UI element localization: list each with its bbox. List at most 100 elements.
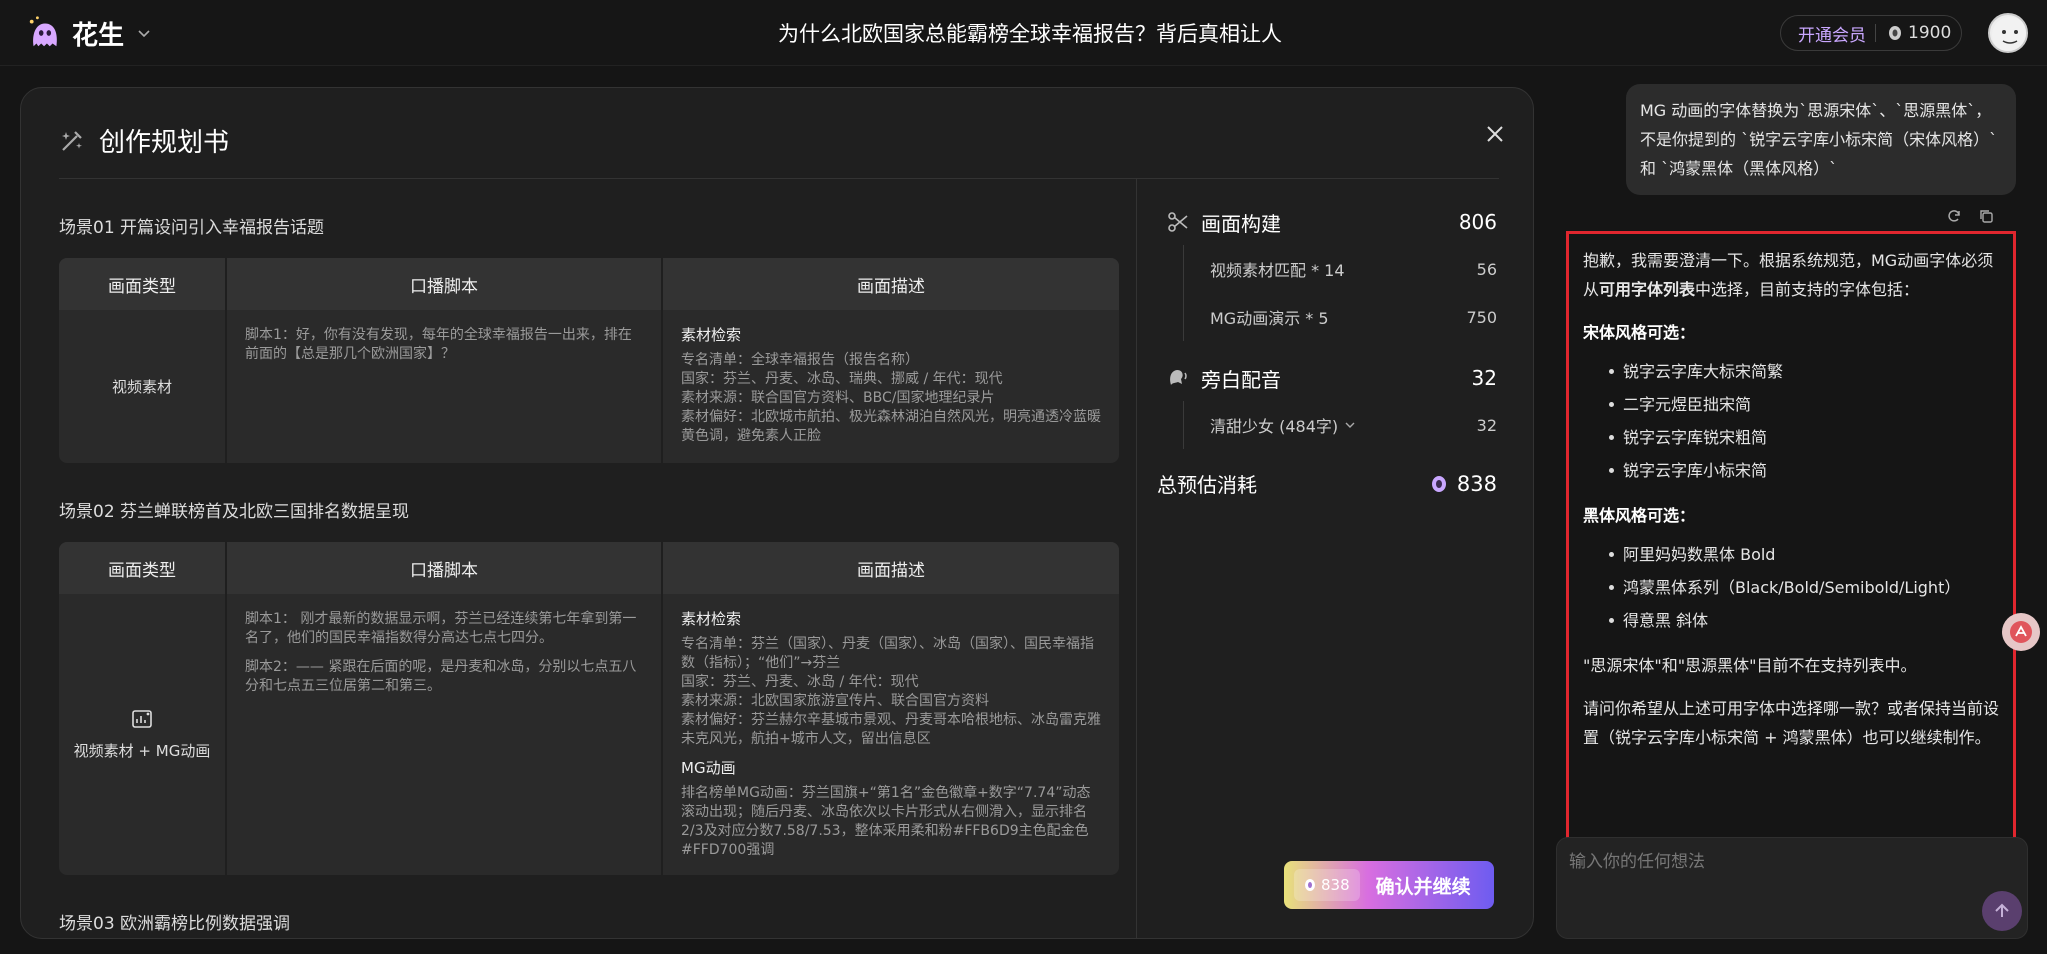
mg-heading: MG动画 bbox=[681, 759, 736, 777]
voice-label: 旁白配音 bbox=[1201, 367, 1281, 392]
message-actions bbox=[1946, 208, 1994, 224]
scene-table: 画面类型 口播脚本 画面描述 视频素材 + MG动画 脚本1： 刚才最新的数据显… bbox=[59, 542, 1119, 875]
total-row: 总预估消耗 838 bbox=[1157, 469, 1497, 498]
header-script: 口播脚本 bbox=[227, 258, 663, 310]
desc-line: 国家：芬兰、丹麦、冰岛、瑞典、挪威 / 年代：现代 bbox=[681, 371, 1003, 387]
reply-intro-b: 中选择，目前支持的字体包括： bbox=[1695, 280, 1920, 299]
type-cell: 视频素材 bbox=[59, 310, 227, 463]
scene-list[interactable]: 场景01 开篇设问引入幸福报告话题 画面类型 口播脚本 画面描述 视频素材 脚本… bbox=[59, 179, 1119, 938]
header-type: 画面类型 bbox=[59, 542, 227, 594]
cost-voice-row: 旁白配音 32 bbox=[1167, 363, 1497, 393]
total-value: 838 bbox=[1456, 471, 1497, 496]
confirm-cost: 838 bbox=[1294, 869, 1360, 901]
scene-title: 场景01 开篇设问引入幸福报告话题 bbox=[59, 218, 325, 238]
assistant-badge-icon bbox=[2010, 621, 2032, 643]
chevron-down-icon bbox=[1345, 422, 1355, 428]
list-item: 锐字云字库小标宋简 bbox=[1583, 454, 1999, 487]
scene-title: 场景03 欧洲霸榜比例数据强调 bbox=[59, 914, 291, 934]
header-script: 口播脚本 bbox=[227, 542, 663, 594]
voice-icon bbox=[1170, 370, 1187, 385]
build-value: 806 bbox=[1458, 210, 1497, 234]
build-label: 画面构建 bbox=[1201, 211, 1281, 236]
desc-line: 国家：芬兰、丹麦、冰岛 / 年代：现代 bbox=[681, 674, 919, 690]
column-divider bbox=[1136, 179, 1137, 938]
plan-header: 创作规划书 bbox=[59, 122, 229, 159]
coin-icon bbox=[1305, 879, 1315, 891]
header-desc: 画面描述 bbox=[857, 276, 925, 297]
build-item: 视频素材匹配 * 14 56 bbox=[1210, 245, 1497, 293]
chat-input-box bbox=[1556, 837, 2028, 939]
mg-animation-icon bbox=[132, 710, 152, 728]
list-item: 得意黑 斜体 bbox=[1583, 604, 1999, 637]
reply-intro-bold: 可用字体列表 bbox=[1599, 280, 1696, 299]
build-item-label: MG动画演示 * 5 bbox=[1210, 309, 1329, 328]
list-item: 阿里妈妈数黑体 Bold bbox=[1583, 538, 1999, 571]
voice-item-label: 清甜少女 (484字) bbox=[1210, 417, 1339, 436]
user-avatar[interactable] bbox=[1988, 13, 2028, 53]
close-icon[interactable] bbox=[1483, 122, 1507, 146]
build-items: 视频素材匹配 * 14 56 MG动画演示 * 5 750 bbox=[1183, 245, 1497, 341]
desc-line: 素材偏好：芬兰赫尔辛基城市景观、丹麦哥本哈根地标、冰岛雷克雅未克风光，航拍+城市… bbox=[681, 712, 1101, 747]
coin-icon bbox=[1889, 26, 1901, 40]
desc-line: 专名清单：芬兰（国家）、丹麦（国家）、冰岛（国家）、国民幸福指数（指标）；“他们… bbox=[681, 636, 1094, 671]
scene-title: 场景02 芬兰蝉联榜首及北欧三国排名数据呈现 bbox=[59, 502, 410, 522]
desc-line: 专名清单：全球幸福报告（报告名称） bbox=[681, 352, 919, 368]
table-row: 视频素材 + MG动画 脚本1： 刚才最新的数据显示啊，芬兰已经连续第七年拿到第… bbox=[59, 594, 1119, 875]
desc-line: 素材偏好：北欧城市航拍、极光森林湖泊自然风光，明亮通透冷蓝暖黄色调，避免素人正脸 bbox=[681, 409, 1101, 444]
refresh-icon[interactable] bbox=[1946, 208, 1962, 224]
type-cell: 视频素材 + MG动画 bbox=[59, 594, 227, 875]
desc-line: 素材来源：北欧国家旅游宣传片、联合国官方资料 bbox=[681, 693, 989, 709]
arrow-up-icon bbox=[1995, 903, 2009, 917]
desc-cell[interactable]: 素材检索 专名清单：芬兰（国家）、丹麦（国家）、冰岛（国家）、国民幸福指数（指标… bbox=[663, 594, 1119, 875]
magic-wand-icon bbox=[62, 130, 82, 151]
list-item: 二字元煜臣拙宋简 bbox=[1583, 388, 1999, 421]
brand-switcher[interactable]: 花生 bbox=[26, 14, 152, 52]
script-cell[interactable]: 脚本1： 刚才最新的数据显示啊，芬兰已经连续第七年拿到第一名了，他们的国民幸福指… bbox=[227, 594, 663, 875]
mg-description: 排名榜单MG动画：芬兰国旗+“第1名”金色徽章+数字“7.74”动态滚动出现；随… bbox=[681, 785, 1091, 858]
build-item-label: 视频素材匹配 * 14 bbox=[1210, 261, 1345, 280]
plan-title: 创作规划书 bbox=[99, 128, 230, 158]
list-item: 鸿蒙黑体系列（Black/Bold/Semibold/Light） bbox=[1583, 571, 1999, 604]
voice-selector[interactable]: 清甜少女 (484字) 32 bbox=[1210, 401, 1497, 449]
ghost-logo-icon bbox=[29, 16, 57, 47]
chat-input[interactable] bbox=[1569, 852, 1969, 872]
desc-heading: 素材检索 bbox=[681, 326, 742, 344]
document-title: 为什么北欧国家总能霸榜全球幸福报告？背后真相让人 bbox=[778, 22, 1282, 46]
table-header: 画面类型 口播脚本 画面描述 bbox=[59, 542, 1119, 594]
header-desc: 画面描述 bbox=[857, 560, 925, 581]
script-line: 脚本2：—— 紧跟在后面的呢，是丹麦和冰岛，分别以七点五八分和七点五三位居第二和… bbox=[245, 659, 637, 694]
scene-type-label: 视频素材 bbox=[111, 378, 172, 396]
total-label: 总预估消耗 bbox=[1157, 473, 1257, 497]
hei-font-list: 阿里妈妈数黑体 Bold 鸿蒙黑体系列（Black/Bold/Semibold/… bbox=[1583, 538, 1999, 637]
list-item: 锐字云字库大标宋简繁 bbox=[1583, 355, 1999, 388]
open-membership-button[interactable]: 开通会员 bbox=[1781, 21, 1875, 46]
list-item: 锐字云字库锐宋粗简 bbox=[1583, 421, 1999, 454]
user-message: MG 动画的字体替换为`思源宋体`、`思源黑体`，不是你提到的 `锐字云字库小标… bbox=[1626, 84, 2016, 195]
confirm-cost-value: 838 bbox=[1321, 876, 1350, 894]
scene-table: 画面类型 口播脚本 画面描述 视频素材 脚本1：好，你有没有发现，每年的全球幸福… bbox=[59, 258, 1119, 463]
hei-section-title: 黑体风格可选： bbox=[1583, 506, 1696, 525]
desc-line: 素材来源：联合国官方资料、BBC/国家地理纪录片 bbox=[681, 390, 995, 406]
voice-items: 清甜少女 (484字) 32 bbox=[1183, 401, 1497, 449]
desc-cell[interactable]: 素材检索 专名清单：全球幸福报告（报告名称） 国家：芬兰、丹麦、冰岛、瑞典、挪威… bbox=[663, 310, 1119, 463]
header-type: 画面类型 bbox=[59, 258, 227, 310]
assistant-message: 抱歉，我需要澄清一下。根据系统规范，MG动画字体必须从可用字体列表中选择，目前支… bbox=[1566, 231, 2016, 863]
copy-icon[interactable] bbox=[1978, 208, 1994, 224]
table-header: 画面类型 口播脚本 画面描述 bbox=[59, 258, 1119, 310]
desc-heading: 素材检索 bbox=[681, 610, 742, 628]
voice-item-value: 32 bbox=[1476, 415, 1497, 435]
reply-intro: 抱歉，我需要澄清一下。根据系统规范，MG动画字体必须从可用字体列表中选择，目前支… bbox=[1583, 246, 1999, 304]
voice-value: 32 bbox=[1471, 366, 1497, 390]
confirm-continue-button[interactable]: 838 确认并继续 bbox=[1284, 861, 1494, 909]
script-line: 脚本1：好，你有没有发现，每年的全球幸福报告一出来，排在前面的【总是那几个欧洲国… bbox=[245, 327, 632, 362]
confirm-label: 确认并继续 bbox=[1375, 875, 1471, 898]
song-section-title: 宋体风格可选： bbox=[1583, 323, 1696, 342]
cost-build-row: 画面构建 806 bbox=[1167, 207, 1497, 237]
top-bar: 花生 为什么北欧国家总能霸榜全球幸福报告？背后真相让人 开通会员 1900 bbox=[0, 0, 2047, 66]
scissors-icon bbox=[1168, 212, 1188, 232]
send-button[interactable] bbox=[1982, 891, 2022, 931]
table-row: 视频素材 脚本1：好，你有没有发现，每年的全球幸福报告一出来，排在前面的【总是那… bbox=[59, 310, 1119, 463]
script-cell[interactable]: 脚本1：好，你有没有发现，每年的全球幸福报告一出来，排在前面的【总是那几个欧洲国… bbox=[227, 310, 663, 463]
coin-count: 1900 bbox=[1908, 23, 1952, 43]
floating-assistant-button[interactable] bbox=[2002, 613, 2040, 651]
